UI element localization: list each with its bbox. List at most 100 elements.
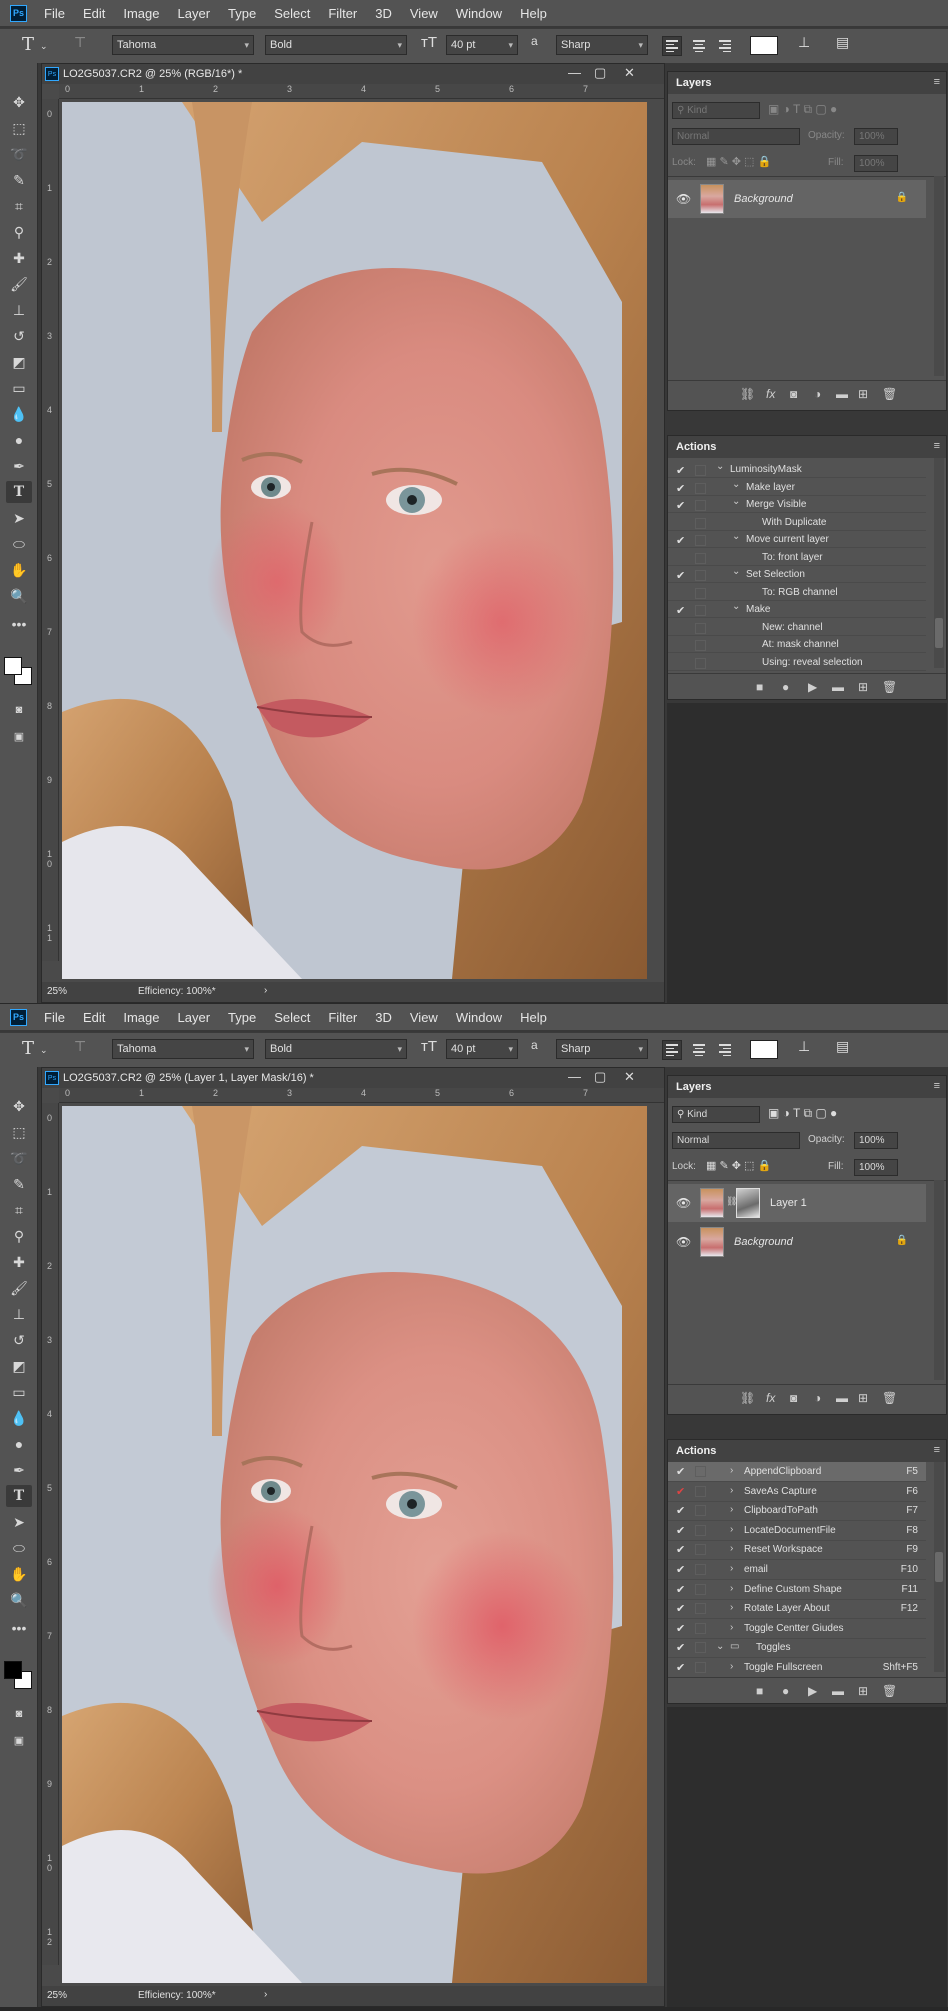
actions-scrollbar[interactable] xyxy=(934,458,944,668)
new-group-icon[interactable]: ▬ xyxy=(836,1391,848,1405)
dialog-toggle[interactable] xyxy=(695,1505,706,1517)
blend-mode-select[interactable]: Normal xyxy=(672,1132,800,1149)
action-row[interactable]: ✔ › Reset Workspace F9 xyxy=(668,1540,926,1561)
blur-tool-icon[interactable]: 💧 xyxy=(6,1407,32,1429)
dialog-toggle[interactable] xyxy=(695,1642,706,1654)
menu-filter[interactable]: Filter xyxy=(319,6,366,21)
adjustment-layer-icon[interactable]: ◑ xyxy=(814,1391,821,1405)
stop-icon[interactable]: ■ xyxy=(756,680,763,694)
lock-icons[interactable]: ▦ ✎ ✥ ⬚ 🔒 xyxy=(706,155,771,168)
fx-icon[interactable]: fx xyxy=(766,1391,775,1405)
document-tab[interactable]: Ps LO2G5037.CR2 @ 25% (RGB/16*) * — ▢ ✕ xyxy=(42,64,664,84)
menu-view[interactable]: View xyxy=(401,6,447,21)
minimize-icon[interactable]: — xyxy=(568,65,581,80)
action-row[interactable]: ✔ ⌄ ▭ Toggles xyxy=(668,1638,926,1659)
menu-edit[interactable]: Edit xyxy=(74,1010,114,1025)
dialog-toggle[interactable] xyxy=(695,552,706,564)
layer-mask-thumbnail[interactable] xyxy=(736,1188,760,1218)
checkmark-icon[interactable]: ✔ xyxy=(676,1465,685,1478)
action-row[interactable]: ✔ › AppendClipboard F5 xyxy=(668,1462,926,1482)
lock-icons[interactable]: ▦ ✎ ✥ ⬚ 🔒 xyxy=(706,1159,771,1172)
chevron-right-icon[interactable]: › xyxy=(730,1543,733,1554)
path-select-tool-icon[interactable]: ➤ xyxy=(6,1511,32,1533)
font-size-select[interactable]: 40 pt ▾ xyxy=(446,35,518,55)
chevron-right-icon[interactable]: › xyxy=(264,985,267,996)
checkmark-icon[interactable]: ✔ xyxy=(676,1524,685,1537)
new-action-icon[interactable]: ⊞ xyxy=(858,1684,868,1698)
chevron-right-icon[interactable]: › xyxy=(264,1989,267,2000)
text-orientation-icon[interactable]: ⊤ xyxy=(74,34,86,51)
action-row[interactable]: ✔ › LocateDocumentFile F8 xyxy=(668,1521,926,1541)
text-color-swatch[interactable] xyxy=(750,36,778,55)
fx-icon[interactable]: fx xyxy=(766,387,775,401)
image-canvas[interactable] xyxy=(62,102,647,979)
add-mask-icon[interactable]: ◙ xyxy=(790,1391,797,1405)
fill-field[interactable]: 100% xyxy=(854,155,898,172)
dialog-toggle[interactable] xyxy=(695,605,706,616)
dialog-toggle[interactable] xyxy=(695,587,706,599)
action-row[interactable]: ✔ › email F10 xyxy=(668,1560,926,1580)
dialog-toggle[interactable] xyxy=(695,570,706,581)
action-row[interactable]: ✔ › SaveAs Capture F6 xyxy=(668,1482,926,1502)
more-tools-icon[interactable]: ••• xyxy=(6,1617,32,1639)
brush-tool-icon[interactable]: 🖌 xyxy=(6,273,32,295)
chevron-right-icon[interactable]: › xyxy=(730,1465,733,1476)
chevron-down-icon[interactable]: ⌄ xyxy=(732,531,740,542)
warp-text-icon[interactable]: ⊥ xyxy=(798,34,810,51)
gradient-tool-icon[interactable]: ▭ xyxy=(6,377,32,399)
chevron-down-icon[interactable]: ⌄ xyxy=(716,1641,724,1652)
dialog-toggle[interactable] xyxy=(695,517,706,529)
dialog-toggle[interactable] xyxy=(695,482,706,494)
action-row[interactable]: At: mask channel xyxy=(668,636,926,653)
type-tool-icon[interactable]: T xyxy=(6,1485,32,1507)
dodge-tool-icon[interactable]: ● xyxy=(6,1433,32,1455)
screen-mode-icon[interactable]: ▣ xyxy=(6,1729,32,1751)
new-layer-icon[interactable]: ⊞ xyxy=(858,1391,868,1405)
delete-action-icon[interactable]: 🗑 xyxy=(882,680,897,694)
menu-3d[interactable]: 3D xyxy=(366,1010,401,1025)
foreground-color-swatch[interactable] xyxy=(4,657,22,675)
menu-select[interactable]: Select xyxy=(265,1010,319,1025)
menu-layer[interactable]: Layer xyxy=(169,1010,220,1025)
chevron-down-icon[interactable]: ⌄ xyxy=(716,461,724,472)
panel-menu-icon[interactable]: ≡ xyxy=(934,440,940,452)
chevron-down-icon[interactable]: ⌄ xyxy=(40,41,48,52)
menu-window[interactable]: Window xyxy=(447,1010,511,1025)
text-color-swatch[interactable] xyxy=(750,1040,778,1059)
align-left-button[interactable] xyxy=(662,1040,682,1060)
font-style-select[interactable]: Bold ▾ xyxy=(265,35,407,55)
gradient-tool-icon[interactable]: ▭ xyxy=(6,1381,32,1403)
font-family-select[interactable]: Tahoma ▾ xyxy=(112,35,254,55)
menu-edit[interactable]: Edit xyxy=(74,6,114,21)
image-canvas[interactable] xyxy=(62,1106,647,1983)
action-row[interactable]: ✔ › Toggle Centter Giudes xyxy=(668,1619,926,1639)
menu-select[interactable]: Select xyxy=(265,6,319,21)
action-row[interactable]: New: channel xyxy=(668,619,926,636)
chevron-down-icon[interactable]: ⌄ xyxy=(732,496,740,507)
dialog-toggle[interactable] xyxy=(695,1544,706,1556)
clone-stamp-tool-icon[interactable]: ⊥ xyxy=(6,299,32,321)
zoom-tool-icon[interactable]: 🔍 xyxy=(6,1589,32,1611)
zoom-level[interactable]: 25% xyxy=(47,1990,67,2001)
dialog-toggle[interactable] xyxy=(695,1662,706,1673)
checkmark-icon[interactable]: ✔ xyxy=(676,1504,685,1517)
checkmark-icon[interactable]: ✔ xyxy=(676,1622,685,1635)
path-select-tool-icon[interactable]: ➤ xyxy=(6,507,32,529)
link-layers-icon[interactable]: ⛓ xyxy=(740,1391,755,1405)
warp-text-icon[interactable]: ⊥ xyxy=(798,1038,810,1055)
pen-tool-icon[interactable]: ✒ xyxy=(6,1459,32,1481)
play-icon[interactable]: ▶ xyxy=(808,680,817,694)
crop-tool-icon[interactable]: ⌗ xyxy=(6,1199,32,1221)
font-size-select[interactable]: 40 pt ▾ xyxy=(446,1039,518,1059)
blend-mode-select[interactable]: Normal xyxy=(672,128,800,145)
dialog-toggle[interactable] xyxy=(695,622,706,634)
dialog-toggle[interactable] xyxy=(695,535,706,546)
new-set-icon[interactable]: ▬ xyxy=(832,680,844,694)
menu-image[interactable]: Image xyxy=(114,6,168,21)
chevron-right-icon[interactable]: › xyxy=(730,1563,733,1574)
history-brush-tool-icon[interactable]: ↺ xyxy=(6,1329,32,1351)
marquee-tool-icon[interactable]: ⬚ xyxy=(6,1121,32,1143)
menu-type[interactable]: Type xyxy=(219,6,265,21)
dialog-toggle[interactable] xyxy=(695,500,706,511)
menu-view[interactable]: View xyxy=(401,1010,447,1025)
